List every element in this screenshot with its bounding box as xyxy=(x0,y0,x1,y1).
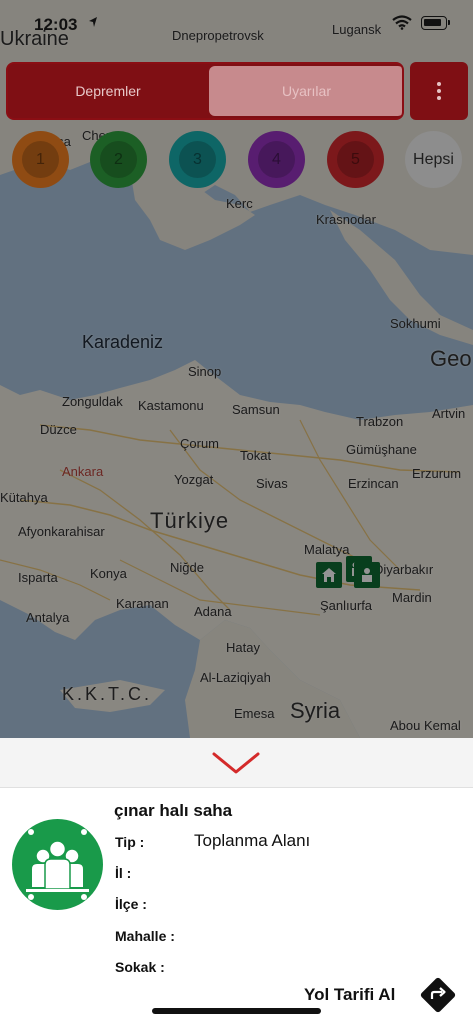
type-value: Toplanma Alanı xyxy=(194,831,311,850)
tab-earthquakes[interactable]: Depremler xyxy=(8,64,208,118)
tab-alerts[interactable]: Uyarılar xyxy=(209,66,402,116)
status-bar: 12:03 xyxy=(0,0,473,52)
more-vertical-icon xyxy=(437,82,441,100)
neighborhood-label: Mahalle : xyxy=(115,928,175,944)
magnitude-filter-1[interactable]: 1 xyxy=(12,131,69,188)
magnitude-filter-2[interactable]: 2 xyxy=(90,131,147,188)
directions-label[interactable]: Yol Tarifi Al xyxy=(304,985,395,1005)
home-indicator xyxy=(152,1008,321,1014)
tab-segment: Depremler Uyarılar xyxy=(6,62,404,120)
type-label: Tip : xyxy=(115,834,145,850)
assembly-area-icon xyxy=(12,819,103,910)
more-options-button[interactable] xyxy=(410,62,468,120)
directions-icon[interactable] xyxy=(419,976,457,1014)
province-label: İl : xyxy=(115,865,132,881)
location-arrow-icon xyxy=(89,17,97,27)
chevron-down-icon[interactable] xyxy=(210,748,262,778)
district-label: İlçe : xyxy=(115,896,147,912)
street-label: Sokak : xyxy=(115,959,165,975)
magnitude-filter-4[interactable]: 4 xyxy=(248,131,305,188)
place-name: çınar halı saha xyxy=(114,801,233,820)
battery-icon xyxy=(421,16,450,30)
magnitude-filter-all[interactable]: Hepsi xyxy=(405,131,462,188)
magnitude-filter-3[interactable]: 3 xyxy=(169,131,226,188)
wifi-icon xyxy=(392,15,412,30)
status-time: 12:03 xyxy=(34,15,78,34)
magnitude-filter-5[interactable]: 5 xyxy=(327,131,384,188)
